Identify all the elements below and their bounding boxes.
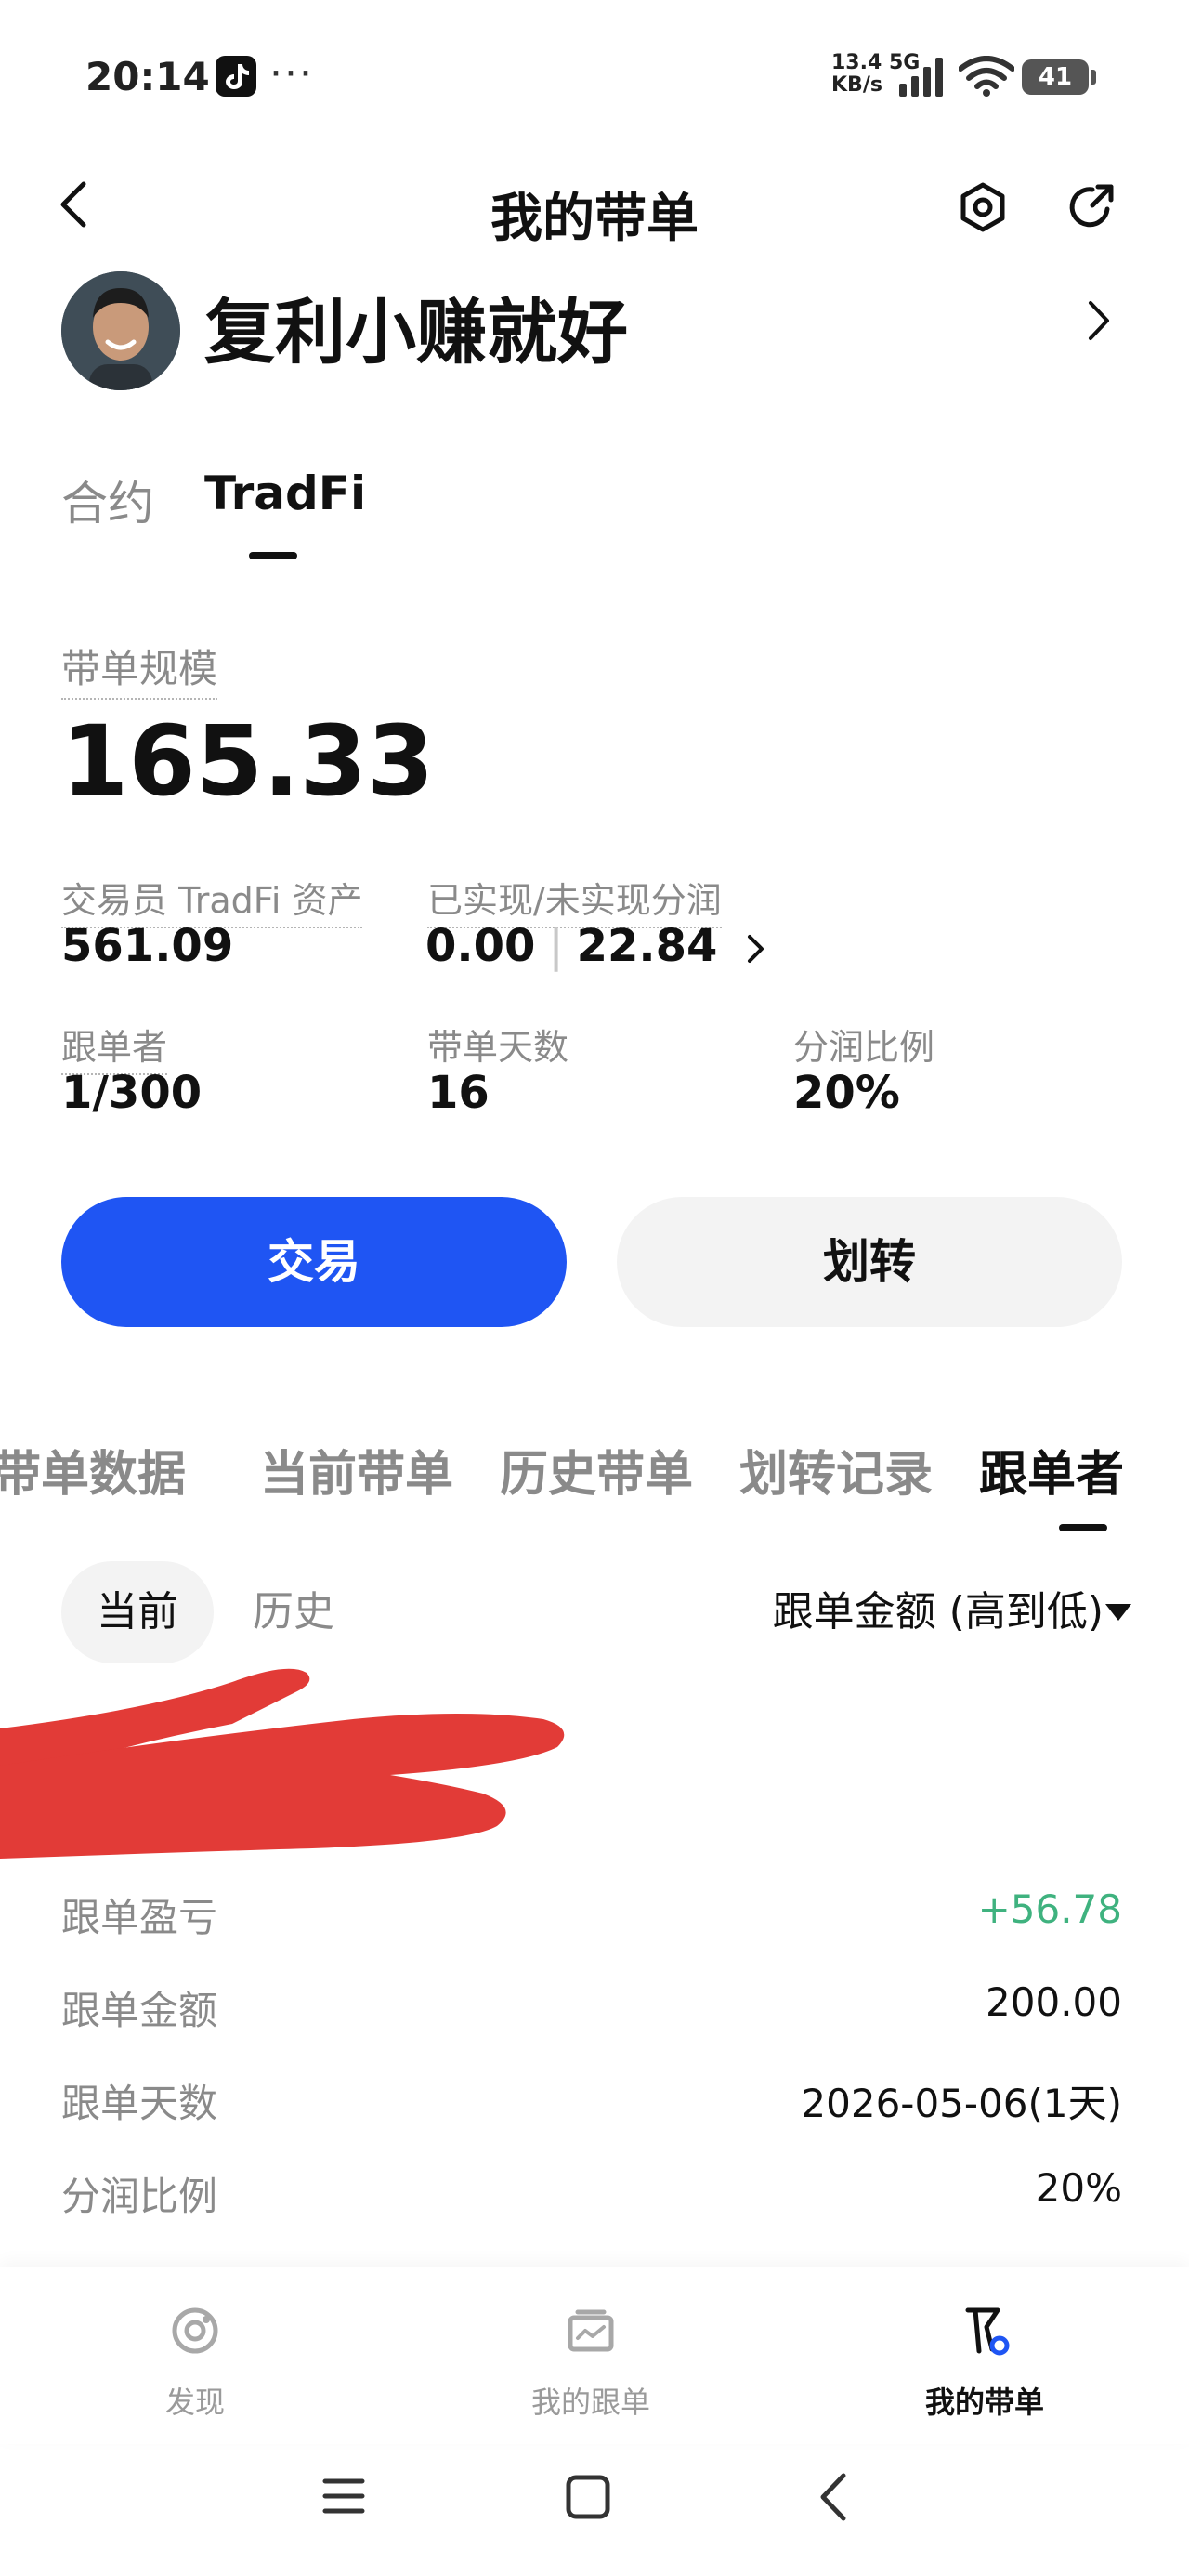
- chevron-right-icon: [748, 935, 764, 963]
- section-tab-active-indicator: [1059, 1524, 1107, 1531]
- tab-transfer-records[interactable]: 划转记录: [739, 1435, 933, 1500]
- sort-dropdown[interactable]: 跟单金额 (高到低): [773, 1561, 1104, 1663]
- discover-icon: [172, 2307, 218, 2354]
- system-menu-button[interactable]: [321, 2476, 366, 2520]
- profit-share-values[interactable]: 0.00 | 22.84: [425, 920, 766, 972]
- hexagon-settings-icon: [960, 182, 1005, 232]
- tab-current-lead[interactable]: 当前带单: [260, 1435, 453, 1500]
- more-notifications-icon: ···: [269, 50, 314, 98]
- realized-profit-share: 0.00: [425, 920, 536, 972]
- profit-ratio-label: 分润比例: [793, 1027, 935, 1068]
- tiktok-icon: [216, 56, 256, 97]
- share-button[interactable]: [1065, 181, 1117, 237]
- page-title: 我的带单: [490, 189, 699, 249]
- tab-active-indicator: [249, 552, 297, 559]
- divider: |: [548, 920, 564, 972]
- lead-flag-icon: [965, 2307, 1010, 2356]
- transfer-button[interactable]: 划转: [617, 1197, 1122, 1327]
- back-arrow-icon: [60, 181, 86, 228]
- detail-label-pnl: 跟单盈亏: [61, 1895, 218, 1940]
- profile-name[interactable]: 复利小赚就好: [204, 275, 628, 377]
- bottom-nav: 发现 我的跟单 我的带单: [0, 2267, 1189, 2444]
- profile-chevron-right-icon[interactable]: [1085, 299, 1113, 346]
- caret-down-icon[interactable]: [1105, 1604, 1131, 1621]
- share-icon: [1069, 184, 1114, 228]
- follow-chart-icon: [568, 2309, 614, 2352]
- lead-days-label: 带单天数: [427, 1027, 569, 1068]
- scale-label[interactable]: 带单规模: [61, 637, 218, 700]
- unrealized-profit-share: 22.84: [576, 920, 718, 972]
- tab-history-lead[interactable]: 历史带单: [500, 1435, 693, 1500]
- nav-label-discover: 发现: [164, 2385, 225, 2420]
- home-square-icon: [566, 2475, 610, 2519]
- menu-icon: [322, 2478, 365, 2514]
- nav-label-my-lead: 我的带单: [924, 2385, 1044, 2420]
- followers-value: 1/300: [61, 1067, 203, 1119]
- back-button[interactable]: [56, 178, 93, 234]
- avatar-portrait: [61, 271, 180, 390]
- system-back-button[interactable]: [817, 2472, 849, 2526]
- settings-button[interactable]: [957, 181, 1009, 237]
- tab-followers[interactable]: 跟单者: [979, 1435, 1124, 1500]
- system-home-button[interactable]: [565, 2474, 611, 2524]
- detail-value-days: 2026-05-06(1天): [801, 2081, 1122, 2126]
- wifi-icon: [958, 56, 1015, 100]
- detail-value-ratio: 20%: [1035, 2165, 1122, 2211]
- section-tabs[interactable]: 带单数据 当前带单 历史带单 划转记录 跟单者: [0, 1435, 1189, 1500]
- trader-assets-value: 561.09: [61, 920, 234, 972]
- redaction-scribble: [0, 1668, 565, 1859]
- detail-value-amount: 200.00: [986, 1979, 1122, 2025]
- profit-ratio-value: 20%: [793, 1067, 900, 1119]
- tab-lead-data[interactable]: 带单数据: [0, 1435, 186, 1500]
- detail-label-days: 跟单天数: [61, 2081, 218, 2126]
- battery-indicator: 41: [1022, 59, 1096, 95]
- avatar[interactable]: [61, 271, 180, 390]
- detail-label-amount: 跟单金额: [61, 1988, 218, 2033]
- detail-value-pnl: +56.78: [977, 1886, 1122, 1932]
- scale-value: 165.33: [61, 704, 435, 818]
- status-time: 20:14: [85, 54, 210, 99]
- back-chevron-icon: [820, 2473, 846, 2521]
- tab-tradfi[interactable]: TradFi: [204, 467, 366, 520]
- detail-label-ratio: 分润比例: [61, 2174, 218, 2219]
- nav-label-my-follow: 我的跟单: [530, 2385, 650, 2420]
- tab-contract[interactable]: 合约: [61, 467, 154, 533]
- trade-button[interactable]: 交易: [61, 1197, 567, 1327]
- lead-days-value: 16: [427, 1067, 490, 1119]
- signal-icon: [899, 58, 947, 100]
